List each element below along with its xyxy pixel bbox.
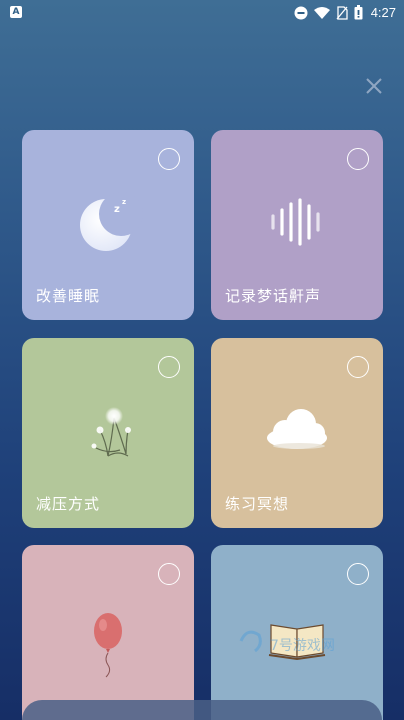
app-notification-icon: A xyxy=(10,6,22,18)
select-radio[interactable] xyxy=(158,148,180,170)
svg-text:z: z xyxy=(114,204,120,215)
battery-icon xyxy=(354,5,363,20)
select-radio[interactable] xyxy=(158,563,180,585)
wifi-icon xyxy=(313,6,330,19)
watermark-text: 7号游戏网 xyxy=(270,638,335,654)
option-card-balloon[interactable] xyxy=(22,545,194,720)
option-card-improve-sleep[interactable]: z z 改善睡眠 xyxy=(22,130,194,320)
card-label: 记录梦话鼾声 xyxy=(225,287,322,305)
close-icon xyxy=(366,78,382,94)
card-label: 改善睡眠 xyxy=(36,287,101,305)
option-card-stress-relief[interactable]: 减压方式 xyxy=(22,338,194,528)
no-sim-icon xyxy=(336,5,348,20)
select-radio[interactable] xyxy=(347,563,369,585)
option-card-record-sleep-talk[interactable]: 记录梦话鼾声 xyxy=(211,130,383,320)
select-radio[interactable] xyxy=(347,148,369,170)
svg-text:z: z xyxy=(122,198,126,206)
bottom-action-bar[interactable] xyxy=(22,700,382,720)
option-card-meditation[interactable]: 练习冥想 xyxy=(211,338,383,528)
select-radio[interactable] xyxy=(158,356,180,378)
card-label: 练习冥想 xyxy=(225,495,290,513)
option-card-book[interactable] xyxy=(211,545,383,720)
status-bar: A 4:27 xyxy=(0,0,404,26)
select-radio[interactable] xyxy=(347,356,369,378)
dnd-icon xyxy=(294,6,308,19)
close-button[interactable] xyxy=(362,74,386,98)
status-time: 4:27 xyxy=(370,5,396,20)
card-label: 减压方式 xyxy=(36,495,101,513)
